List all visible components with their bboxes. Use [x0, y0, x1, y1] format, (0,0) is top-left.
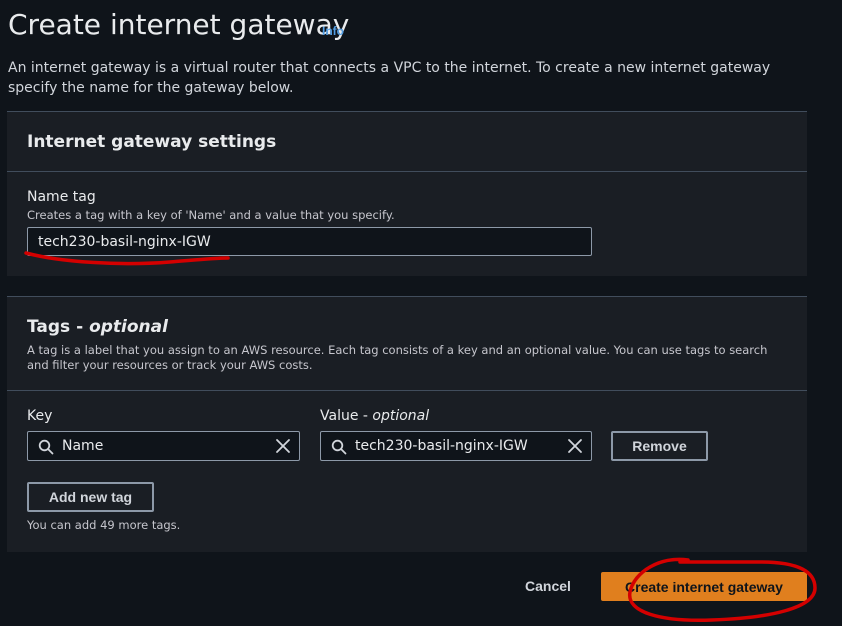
add-new-tag-button[interactable]: Add new tag: [27, 482, 154, 512]
key-label: Key: [27, 408, 53, 424]
tags-panel: Tags - optional A tag is a label that yo…: [7, 296, 807, 552]
remove-tag-button[interactable]: Remove: [611, 431, 708, 461]
info-link[interactable]: Info: [322, 24, 344, 38]
clear-icon[interactable]: [275, 438, 291, 454]
clear-icon[interactable]: [567, 438, 583, 454]
panel-header: Internet gateway settings: [7, 112, 807, 172]
panel-header: Tags - optional A tag is a label that yo…: [7, 297, 807, 391]
search-icon: [38, 439, 54, 455]
name-tag-input[interactable]: [27, 227, 592, 256]
tag-key-input[interactable]: Name: [27, 431, 300, 461]
name-tag-label: Name tag: [27, 189, 96, 205]
search-icon: [331, 439, 347, 455]
create-internet-gateway-button[interactable]: Create internet gateway: [601, 572, 807, 601]
page-title: Create internet gateway: [8, 8, 350, 41]
tags-title: Tags - optional: [27, 317, 168, 337]
value-label: Value - optional: [320, 408, 430, 424]
tags-description: A tag is a label that you assign to an A…: [27, 343, 768, 372]
internet-gateway-settings-panel: Internet gateway settings Name tag Creat…: [7, 111, 807, 276]
tag-value-value: tech230-basil-nginx-IGW: [355, 438, 528, 454]
tag-key-value: Name: [62, 438, 104, 454]
tag-value-input[interactable]: tech230-basil-nginx-IGW: [320, 431, 592, 461]
tags-remaining-note: You can add 49 more tags.: [27, 518, 181, 532]
settings-title: Internet gateway settings: [27, 132, 277, 152]
cancel-button[interactable]: Cancel: [510, 572, 586, 600]
page-description: An internet gateway is a virtual router …: [8, 60, 771, 96]
name-tag-description: Creates a tag with a key of 'Name' and a…: [27, 208, 395, 222]
